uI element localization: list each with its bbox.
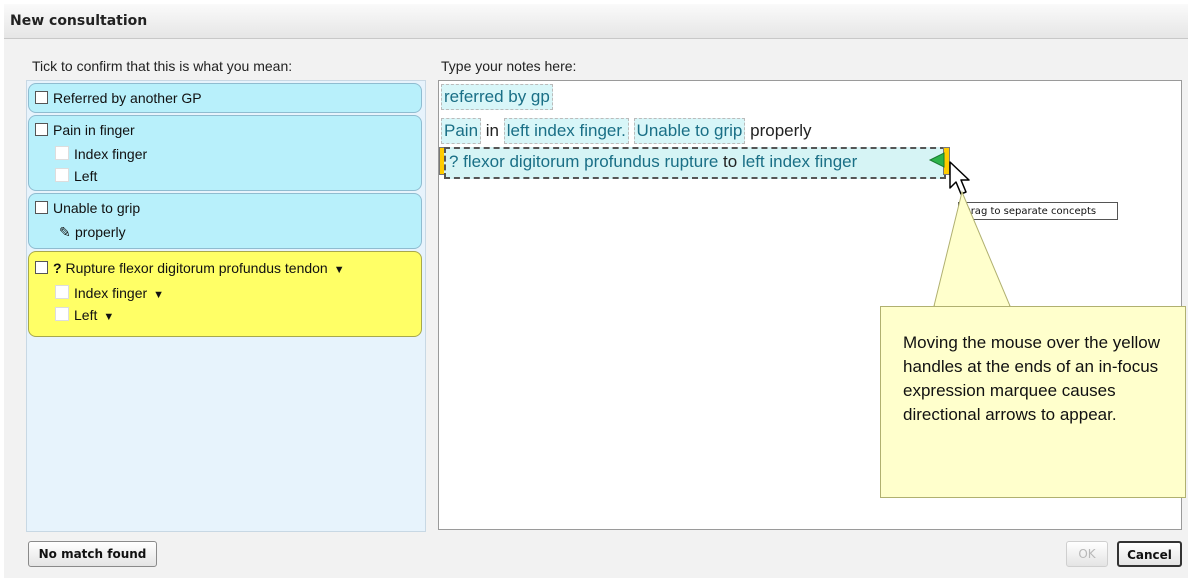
- concept-label: Rupture flexor digitorum profundus tendo…: [65, 260, 328, 276]
- qualifier-row[interactable]: Index finger: [55, 145, 147, 163]
- dropdown-arrow-icon[interactable]: ▼: [103, 311, 114, 323]
- qualifier-label: Left: [74, 307, 98, 323]
- concept-label: Pain in finger: [53, 122, 135, 138]
- checkbox[interactable]: [35, 201, 48, 214]
- qualifier-row[interactable]: Left: [55, 167, 97, 185]
- ok-button[interactable]: OK: [1066, 541, 1108, 567]
- concept-chip[interactable]: referred by gp: [441, 84, 553, 110]
- concept-row[interactable]: ? Rupture flexor digitorum profundus ten…: [35, 259, 345, 277]
- no-match-button[interactable]: No match found: [28, 541, 157, 567]
- dropdown-arrow-icon[interactable]: ▼: [153, 289, 164, 301]
- concept-row[interactable]: Pain in finger: [35, 121, 135, 139]
- concept-label: Unable to grip: [53, 200, 141, 216]
- pencil-icon[interactable]: ✎: [59, 223, 75, 241]
- notes-line-1: referred by gp: [441, 84, 553, 110]
- concept-chip[interactable]: Pain: [441, 118, 482, 144]
- callout-note: Moving the mouse over the yellow handles…: [880, 306, 1186, 498]
- concept-group-rupture: ? Rupture flexor digitorum profundus ten…: [28, 251, 422, 337]
- concept-label: Referred by another GP: [53, 90, 202, 106]
- qualifier-row[interactable]: ✎ properly: [59, 223, 126, 241]
- concept-group-grip: Unable to grip ✎ properly: [28, 193, 422, 249]
- checkbox[interactable]: [35, 91, 48, 104]
- qualifier-row[interactable]: Index finger ▼: [55, 284, 164, 302]
- callout-pointer: [933, 190, 1011, 308]
- concept-chip[interactable]: left index finger.: [503, 118, 629, 144]
- concept-group-pain: Pain in finger Index finger Left: [28, 115, 422, 191]
- concept-group-referred: Referred by another GP: [28, 83, 422, 113]
- plain-word: to: [723, 152, 738, 171]
- dialog-title: New consultation: [10, 13, 148, 29]
- qualifier-label: properly: [75, 224, 126, 240]
- dialog-titlebar: New consultation: [4, 4, 1188, 39]
- checkbox[interactable]: [35, 261, 48, 274]
- checkbox[interactable]: [55, 146, 69, 160]
- checkbox[interactable]: [55, 285, 69, 299]
- qualifier-row[interactable]: Left ▼: [55, 306, 114, 324]
- concept-row[interactable]: Referred by another GP: [35, 89, 202, 107]
- plain-word: properly: [750, 121, 812, 140]
- cancel-button[interactable]: Cancel: [1117, 541, 1182, 567]
- concept-chip[interactable]: ? flexor digitorum profundus rupture: [449, 152, 718, 171]
- qualifier-label: Index finger: [74, 285, 148, 301]
- qualifier-label: Index finger: [74, 146, 148, 162]
- checkbox[interactable]: [35, 123, 48, 136]
- focus-marquee[interactable]: ? flexor digitorum profundus rupture to …: [444, 147, 946, 179]
- concept-chip[interactable]: Unable to grip: [633, 118, 746, 144]
- left-arrow-icon: [928, 152, 945, 168]
- checkbox[interactable]: [55, 307, 69, 321]
- uncertain-marker: ?: [53, 260, 62, 276]
- notes-line-2: Pain in left index finger. Unable to gri…: [441, 118, 812, 144]
- dropdown-arrow-icon[interactable]: ▼: [334, 264, 345, 276]
- left-heading: Tick to confirm that this is what you me…: [32, 58, 293, 74]
- qualifier-label: Left: [74, 168, 98, 184]
- checkbox[interactable]: [55, 168, 69, 182]
- concept-chip[interactable]: left index finger: [742, 152, 857, 171]
- plain-word: in: [485, 121, 499, 140]
- right-heading: Type your notes here:: [441, 58, 577, 74]
- concept-row[interactable]: Unable to grip: [35, 199, 140, 217]
